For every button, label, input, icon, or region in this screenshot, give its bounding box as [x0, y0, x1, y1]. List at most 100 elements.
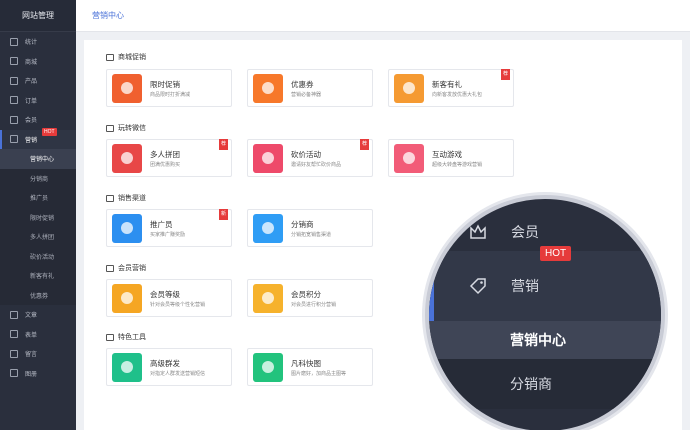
hot-badge: HOT	[42, 127, 57, 136]
medal-icon	[112, 284, 142, 313]
card-title: 高级群发	[150, 359, 180, 368]
section-title-text: 会员营销	[118, 265, 146, 272]
sidebar-item-articles[interactable]: 文章	[0, 305, 76, 325]
sidebar-item-marketing[interactable]: 营销 HOT	[0, 127, 76, 149]
card-title: 分销商	[291, 220, 314, 229]
card-desc: 图片磨好，加商品主图等	[291, 371, 347, 377]
sidebar-sub-coupon[interactable]: 优惠券	[0, 285, 76, 305]
cart-icon	[106, 53, 114, 61]
magnifier-label: 会员	[511, 224, 539, 240]
app-title: 网站管理	[0, 0, 76, 32]
document-icon	[10, 310, 18, 319]
card-title: 会员等级	[150, 290, 180, 299]
card-desc: 团满优惠购买	[150, 162, 181, 168]
section-title-text: 商城促销	[118, 54, 146, 61]
card-mass-message[interactable]: 高级群发 对指定人群发送营销短信	[106, 348, 232, 386]
section-title-sales-channel: 销售渠道	[106, 193, 146, 203]
sidebar-sub-group-buy[interactable]: 多人拼团	[0, 227, 76, 247]
sidebar-item-members[interactable]: 会员	[0, 110, 76, 130]
card-bargain[interactable]: 砍价活动 邀请好友帮忙砍价商品 荐	[247, 139, 373, 177]
sidebar-item-label: 营销	[25, 137, 38, 144]
section-title-text: 销售渠道	[118, 195, 146, 202]
card-title: 砍价活动	[291, 150, 321, 159]
magnifier-label: 营销中心	[510, 332, 566, 348]
picture-icon	[253, 353, 283, 382]
tag-icon	[469, 278, 486, 295]
toolbox-icon	[106, 333, 114, 341]
distributor-icon	[253, 214, 283, 243]
card-desc: 分销拓宽销售渠道	[291, 232, 332, 238]
sidebar-item-label: 产品	[25, 79, 38, 86]
card-group-buy[interactable]: 多人拼团 团满优惠购买 荐	[106, 139, 232, 177]
clipboard-icon	[10, 96, 18, 105]
card-member-points[interactable]: 会员积分 对会员进行积分营销	[247, 279, 373, 317]
tag-icon	[10, 135, 18, 144]
card-title: 限时促销	[150, 80, 180, 89]
card-quick-image[interactable]: 凡科快图 图片磨好，加商品主图等	[247, 348, 373, 386]
card-desc: 向新客发放优惠大礼包	[432, 92, 483, 98]
card-desc: 邀请好友帮忙砍价商品	[291, 162, 342, 168]
new-tag: 新	[219, 209, 228, 220]
sidebar-sub-bargain[interactable]: 砍价活动	[0, 246, 76, 266]
sidebar-sub-marketing-center[interactable]: 营销中心	[0, 149, 76, 169]
sidebar-item-label: 会员	[25, 118, 38, 125]
image-icon	[10, 369, 18, 378]
card-title: 多人拼团	[150, 150, 180, 159]
card-promoter[interactable]: 推广员 买家推广赚奖励 新	[106, 209, 232, 247]
recommend-tag: 荐	[360, 139, 369, 150]
card-new-customer-gift[interactable]: 新客有礼 向新客发放优惠大礼包 荐	[388, 69, 514, 107]
sidebar-item-messages[interactable]: 留言	[0, 344, 76, 364]
sidebar-sub-new-customer[interactable]: 新客有礼	[0, 266, 76, 286]
card-desc: 针对会员等级个性化营销	[150, 302, 206, 308]
section-title-mall-promotion: 商城促销	[106, 52, 146, 62]
sidebar-item-orders[interactable]: 订单	[0, 91, 76, 111]
magnifier-label: 分销商	[510, 376, 552, 392]
recommend-tag: 荐	[501, 69, 510, 80]
chart-icon	[10, 37, 18, 46]
broadcast-icon	[112, 353, 142, 382]
sidebar-item-statistics[interactable]: 统计	[0, 32, 76, 52]
card-coupon[interactable]: 优惠券 营销必备神器	[247, 69, 373, 107]
crown-icon	[470, 224, 486, 239]
sidebar-sub-promoter[interactable]: 推广员	[0, 188, 76, 208]
header-bar: 营销中心	[76, 0, 690, 32]
box-icon	[10, 76, 18, 85]
sidebar-item-forms[interactable]: 表单	[0, 325, 76, 345]
points-icon	[253, 284, 283, 313]
card-interactive-game[interactable]: 互动游戏 超级大转盘等游戏营销	[388, 139, 514, 177]
sidebar-item-products[interactable]: 产品	[0, 71, 76, 91]
card-desc: 超级大转盘等游戏营销	[432, 162, 483, 168]
sidebar-item-label: 图册	[25, 371, 38, 378]
card-title: 会员积分	[291, 290, 321, 299]
coupon-icon	[253, 74, 283, 103]
section-title-text: 玩转微信	[118, 125, 146, 132]
hot-badge: HOT	[540, 246, 572, 261]
section-title-member-marketing: 会员营销	[106, 263, 146, 273]
sidebar-item-label: 统计	[25, 40, 38, 47]
sidebar-item-gallery[interactable]: 图册	[0, 364, 76, 384]
card-title: 凡科快图	[291, 359, 321, 368]
sidebar-item-label: 订单	[25, 98, 38, 105]
flash-sale-icon	[112, 74, 142, 103]
card-flash-sale[interactable]: 限时促销 商品限时打折满减	[106, 69, 232, 107]
sidebar-item-label: 商城	[25, 59, 38, 66]
section-title-wechat: 玩转微信	[106, 123, 146, 133]
magnifier-row-distributor: 分销商	[429, 359, 661, 409]
game-icon	[394, 144, 424, 173]
sidebar-item-label: 留言	[25, 352, 38, 359]
bargain-icon	[253, 144, 283, 173]
recommend-tag: 荐	[219, 139, 228, 150]
section-title-special-tools: 特色工具	[106, 332, 146, 342]
card-desc: 买家推广赚奖励	[150, 232, 186, 238]
card-desc: 对会员进行积分营销	[291, 302, 337, 308]
channel-icon	[106, 194, 114, 202]
sidebar-sub-distributor[interactable]: 分销商	[0, 168, 76, 188]
sidebar-item-mall[interactable]: 商城	[0, 52, 76, 72]
card-distributor[interactable]: 分销商 分销拓宽销售渠道	[247, 209, 373, 247]
card-member-level[interactable]: 会员等级 针对会员等级个性化营销	[106, 279, 232, 317]
wechat-icon	[106, 124, 114, 132]
sidebar-sub-flash-sale[interactable]: 限时促销	[0, 207, 76, 227]
sidebar: 网站管理 统计 商城 产品 订单 会员 营销 HOT 营销中心 分销商 推广员 限…	[0, 0, 76, 430]
card-title: 互动游戏	[432, 150, 462, 159]
card-title: 优惠券	[291, 80, 314, 89]
